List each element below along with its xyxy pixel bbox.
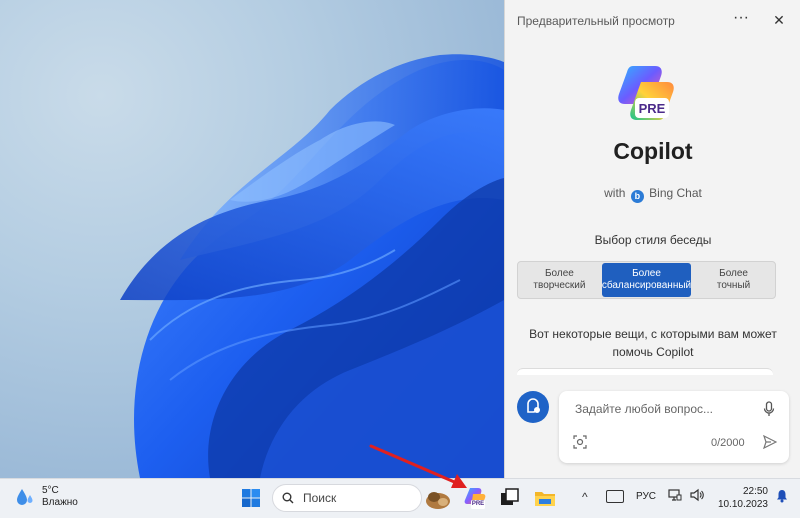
tray-overflow-chevron-icon[interactable]: ^ [582,490,588,504]
bloom-wallpaper-graphic [120,54,504,478]
style-precise-line2: точный [716,280,751,291]
more-options-button[interactable]: ··· [731,10,751,30]
copilot-taskbar-badge: PRE [471,501,485,507]
weather-widget[interactable]: 5°C Влажно [14,485,78,509]
copilot-logo: PRE [615,64,679,124]
logo-pre-badge: PRE [638,101,666,116]
weather-desc: Влажно [42,497,78,508]
style-creative-line2: творческий [533,280,586,291]
new-topic-icon [527,398,540,413]
search-label: Поиск [303,491,337,505]
panel-header-title: Предварительный просмотр [517,14,675,28]
close-icon: ✕ [773,12,785,28]
help-text: Вот некоторые вещи, с которыми вам может… [529,327,777,359]
suggestion-card[interactable] [517,368,773,375]
chat-input-box: 0/2000 [559,391,789,463]
conversation-style-label: Выбор стиля беседы [594,233,712,247]
char-counter: 0/2000 [711,437,745,449]
taskbar-copilot-button[interactable]: PRE [462,485,488,511]
search-highlight-icon[interactable] [422,485,452,511]
more-dots-icon: ··· [733,9,749,26]
style-balanced-button[interactable]: Более сбалансированный [601,263,692,297]
file-explorer-icon[interactable] [532,485,558,511]
style-precise-line1: Более [719,268,748,279]
bing-chat-label: Bing Chat [649,186,702,200]
clock-date: 10.10.2023 [717,499,768,510]
rain-drops-icon [17,489,33,505]
conversation-style-selector: Более творческий Более сбалансированный Бо… [517,261,776,299]
chat-input[interactable] [573,401,757,417]
clock-time: 22:50 [742,486,768,497]
notification-bell-icon[interactable] [776,489,788,503]
copilot-title: Copilot [613,138,693,164]
taskbar: 5°C Влажно Поиск PRE ^ РУС 22:50 10.10.2… [0,478,800,518]
volume-icon[interactable] [690,488,704,502]
with-prefix: with [604,186,626,200]
weather-temp: 5°C [42,485,59,496]
network-icon[interactable] [668,488,682,502]
style-creative-button[interactable]: Более творческий [518,262,601,298]
copilot-panel: Предварительный просмотр ··· ✕ PRE Copil… [504,0,800,478]
style-precise-button[interactable]: Более точный [692,262,775,298]
windows-start-icon[interactable] [241,488,261,508]
keyboard-icon[interactable] [606,490,624,503]
taskbar-search[interactable]: Поиск [272,484,422,512]
desktop-wallpaper [0,0,504,478]
new-topic-button[interactable] [517,391,549,423]
search-icon [282,492,294,504]
image-capture-icon[interactable] [573,435,587,449]
close-panel-button[interactable]: ✕ [769,10,789,30]
send-icon[interactable] [763,435,777,449]
language-indicator[interactable]: РУС [636,491,656,502]
powered-by-line: with b Bing Chat [505,186,800,203]
style-creative-line1: Более [544,268,574,279]
style-balanced-line1: Более [632,268,661,279]
style-balanced-line2: сбалансированный [601,280,692,291]
clock[interactable]: 22:50 10.10.2023 [716,485,768,511]
microphone-icon[interactable] [763,401,775,417]
task-view-icon[interactable] [497,485,523,511]
bing-icon: b [630,190,644,203]
